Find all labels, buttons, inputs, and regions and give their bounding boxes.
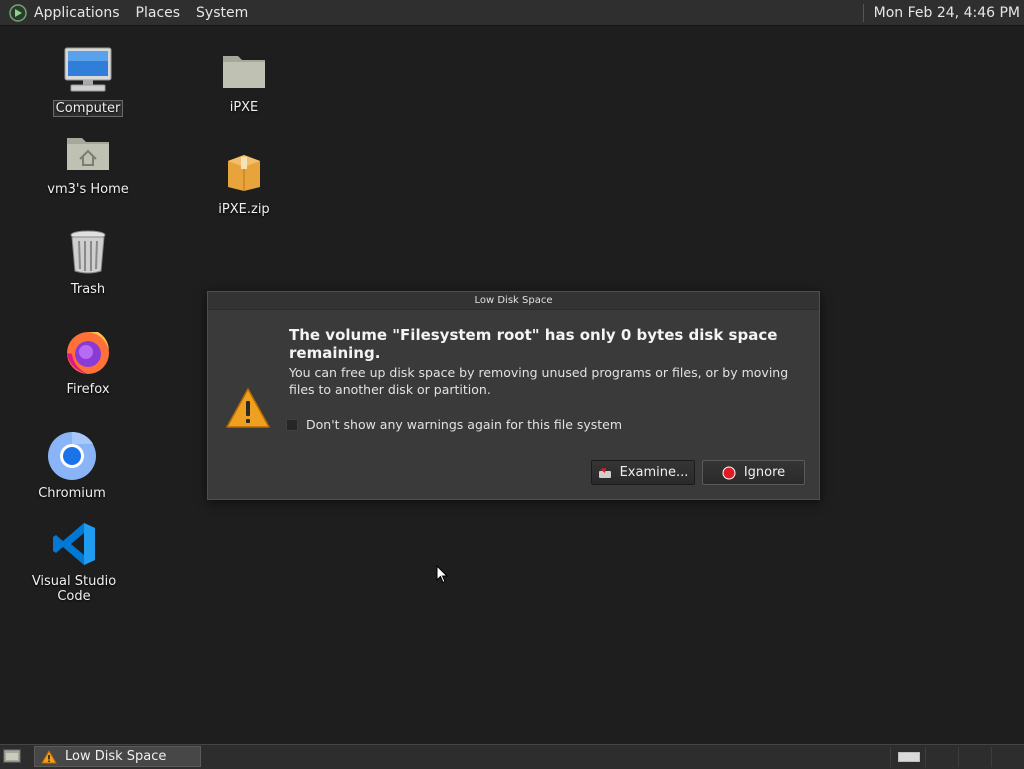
home-folder-icon [62,126,114,178]
ignore-button[interactable]: Ignore [702,460,805,485]
low-disk-space-dialog: Low Disk Space The volume "Filesystem ro… [207,291,820,500]
dialog-title[interactable]: Low Disk Space [208,292,819,310]
workspace-separator [991,747,992,767]
ignore-button-label: Ignore [743,465,786,480]
workspace-separator [890,747,891,767]
desktop-icon-label: Trash [70,282,106,297]
warning-icon [41,749,57,763]
places-menu[interactable]: Places [136,5,181,21]
taskbar-item-label: Low Disk Space [65,749,167,764]
archive-icon [218,146,270,198]
desktop-icon-ipxe[interactable]: iPXE [189,44,299,115]
desktop-icon-label: Computer [52,100,124,117]
trash-icon [62,226,114,278]
chromium-icon [46,430,98,482]
desktop-icon-firefox[interactable]: Firefox [33,326,143,397]
desktop-icon-vscode[interactable]: Visual Studio Code [19,518,129,604]
panel-separator [862,3,864,22]
top-panel: Applications Places System Mon Feb 24, 4… [0,0,1024,26]
workspace-separator [958,747,959,767]
desktop-icon-label: iPXE [229,100,259,115]
dont-show-again-checkbox[interactable]: Don't show any warnings again for this f… [286,417,622,432]
warning-icon [226,388,270,428]
desktop-icon-ipxe-zip[interactable]: iPXE.zip [189,146,299,217]
show-desktop-icon[interactable] [3,748,21,764]
dialog-message: You can free up disk space by removing u… [289,365,789,397]
desktop-icon-computer[interactable]: Computer [33,44,143,117]
workspace-separator [925,747,926,767]
computer-icon [62,44,114,96]
applications-menu[interactable]: Applications [34,5,120,21]
disk-analyzer-icon [598,467,611,478]
desktop-icon-label: Firefox [66,382,110,397]
examine-button[interactable]: Examine... [591,460,695,485]
dialog-heading: The volume "Filesystem root" has only 0 … [289,326,778,362]
clock-text: Mon Feb 24, 4:46 PM [873,4,1020,21]
firefox-icon [62,326,114,378]
taskbar-item-low-disk-space[interactable]: Low Disk Space [34,746,201,767]
bottom-panel: Low Disk Space [0,744,1024,769]
checkbox-box[interactable] [286,418,298,431]
vscode-icon [48,518,100,570]
desktop-icon-home[interactable]: vm3's Home [33,126,143,197]
stop-icon [722,466,736,479]
clock-applet[interactable]: Mon Feb 24, 4:46 PM [862,0,1024,25]
desktop-icon-chromium[interactable]: Chromium [17,430,127,501]
examine-button-label: Examine... [619,465,689,480]
desktop-icon-label: Chromium [38,486,106,501]
mate-menu-icon[interactable] [9,3,27,22]
system-menu[interactable]: System [196,5,248,21]
desktop-icon-label: iPXE.zip [218,202,270,217]
mouse-pointer-icon [436,565,448,584]
desktop-icon-label: Visual Studio Code [31,574,117,604]
checkbox-label: Don't show any warnings again for this f… [306,417,623,432]
desktop-icon-trash[interactable]: Trash [33,226,143,297]
desktop-icon-label: vm3's Home [47,182,129,197]
workspace-switcher-1[interactable] [898,752,920,762]
folder-icon [218,44,270,96]
